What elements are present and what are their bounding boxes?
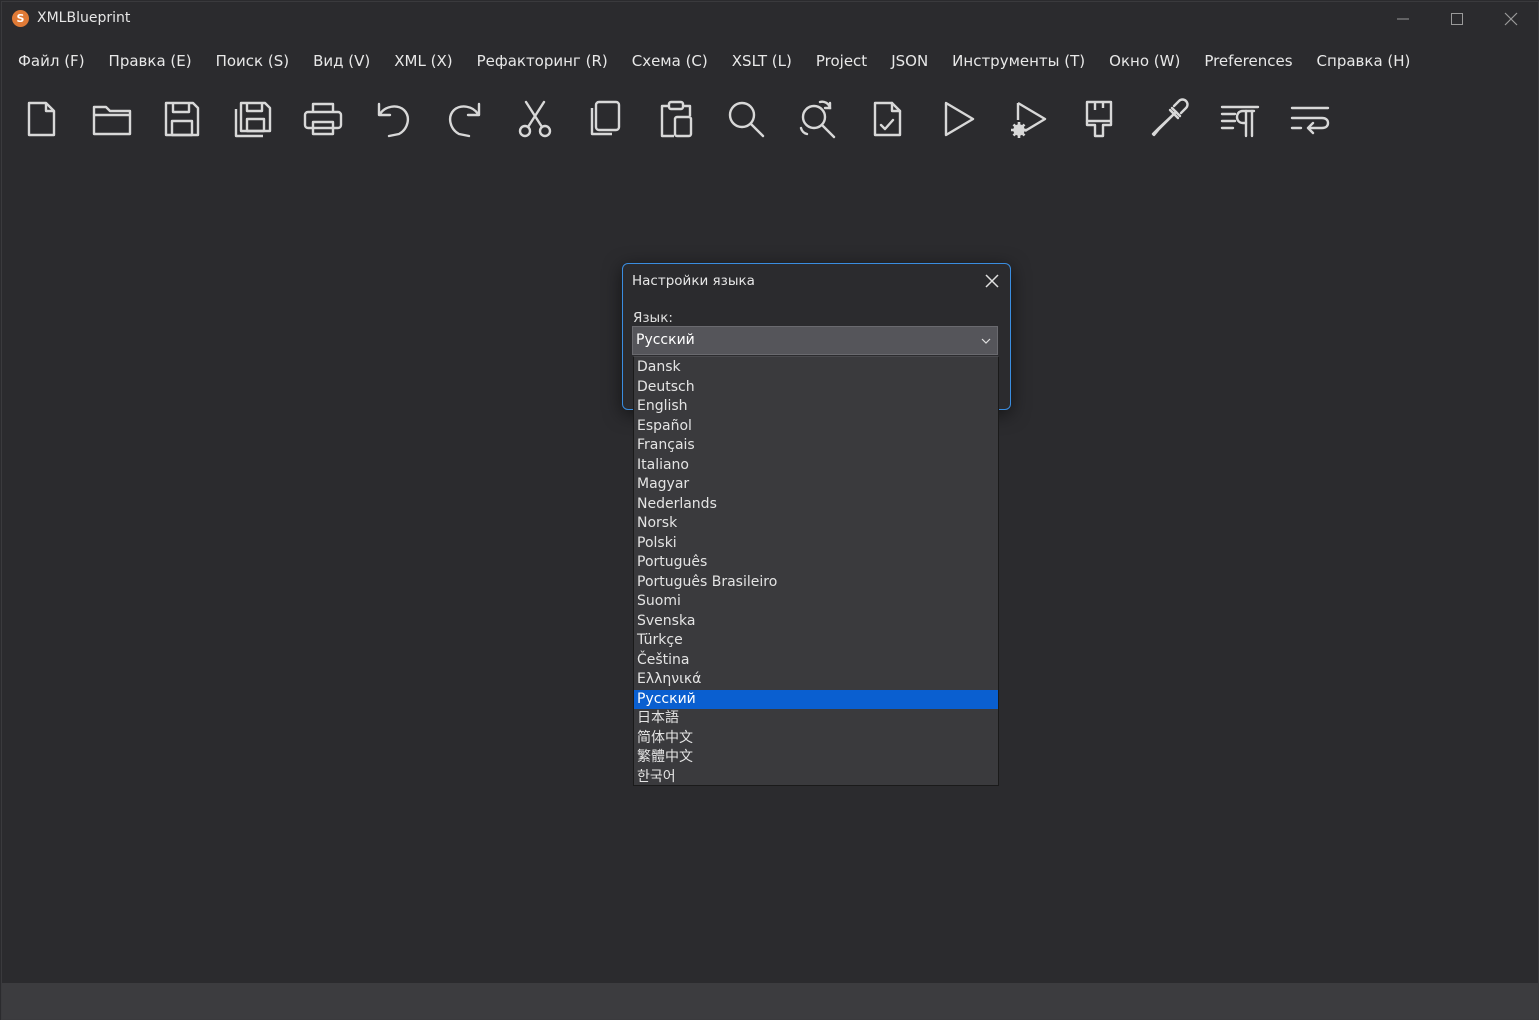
- menu-schema[interactable]: Схема (C): [620, 46, 720, 78]
- save-all-icon: [234, 101, 271, 138]
- print-icon: [303, 102, 343, 136]
- undo-icon: [377, 102, 409, 138]
- menu-refactoring[interactable]: Рефакторинг (R): [465, 46, 620, 78]
- language-option[interactable]: Magyar: [634, 475, 998, 495]
- language-option[interactable]: 한국어: [634, 768, 998, 788]
- save-all-button[interactable]: [228, 94, 278, 144]
- validate-icon: [873, 101, 902, 137]
- language-option[interactable]: Español: [634, 417, 998, 437]
- save-icon: [164, 101, 200, 137]
- language-label: Язык:: [633, 310, 673, 326]
- word-wrap-icon: [1290, 106, 1330, 135]
- language-option[interactable]: Ελληνικά: [634, 670, 998, 690]
- run-settings-icon: [1011, 101, 1047, 138]
- redo-button[interactable]: [439, 94, 489, 144]
- print-button[interactable]: [298, 94, 348, 144]
- language-option[interactable]: Čeština: [634, 651, 998, 671]
- open-button[interactable]: [87, 94, 137, 144]
- menu-xml[interactable]: XML (X): [382, 46, 464, 78]
- close-window-button[interactable]: [1488, 2, 1534, 36]
- language-select-value: Русский: [636, 332, 695, 348]
- menu-xslt[interactable]: XSLT (L): [720, 46, 804, 78]
- language-option[interactable]: Português: [634, 553, 998, 573]
- undo-button[interactable]: [369, 94, 419, 144]
- show-whitespace-icon: [1220, 105, 1259, 138]
- chevron-down-icon: [981, 338, 991, 344]
- app-logo-icon: S: [12, 10, 29, 27]
- validate-button[interactable]: [862, 94, 912, 144]
- language-option[interactable]: 繁體中文: [634, 748, 998, 768]
- language-option[interactable]: Türkçe: [634, 631, 998, 651]
- copy-button[interactable]: [580, 94, 630, 144]
- language-option[interactable]: 日本語: [634, 709, 998, 729]
- title-bar: S XMLBlueprint: [2, 2, 1538, 36]
- run-button[interactable]: [933, 94, 983, 144]
- find-replace-icon: [799, 100, 835, 139]
- menu-file[interactable]: Файл (F): [6, 46, 97, 78]
- find-replace-button[interactable]: [792, 94, 842, 144]
- minimize-icon: [1397, 18, 1409, 20]
- copy-icon: [590, 100, 621, 136]
- paste-button[interactable]: [651, 94, 701, 144]
- language-dropdown-list: Dansk Deutsch English Español Français I…: [633, 356, 999, 786]
- dialog-title: Настройки языка: [632, 273, 755, 289]
- language-option[interactable]: Norsk: [634, 514, 998, 534]
- show-whitespace-button[interactable]: [1215, 94, 1265, 144]
- paste-icon: [660, 100, 692, 138]
- language-option[interactable]: Français: [634, 436, 998, 456]
- language-option[interactable]: Polski: [634, 534, 998, 554]
- language-option[interactable]: Deutsch: [634, 378, 998, 398]
- language-option[interactable]: Suomi: [634, 592, 998, 612]
- menu-bar: Файл (F) Правка (E) Поиск (S) Вид (V) XM…: [2, 46, 1422, 78]
- app-title: XMLBlueprint: [37, 10, 131, 26]
- maximize-button[interactable]: [1434, 2, 1480, 36]
- save-button[interactable]: [157, 94, 207, 144]
- language-option[interactable]: Português Brasileiro: [634, 573, 998, 593]
- close-icon: [1504, 12, 1518, 26]
- format-brush-button[interactable]: [1074, 94, 1124, 144]
- cut-icon: [518, 100, 551, 138]
- toolbar: [16, 94, 1356, 144]
- language-option[interactable]: English: [634, 397, 998, 417]
- format-brush-icon: [1085, 100, 1112, 138]
- cut-button[interactable]: [510, 94, 560, 144]
- language-option[interactable]: Nederlands: [634, 495, 998, 515]
- word-wrap-button[interactable]: [1285, 94, 1335, 144]
- menu-preferences[interactable]: Preferences: [1192, 46, 1304, 78]
- new-file-button[interactable]: [16, 94, 66, 144]
- menu-window[interactable]: Окно (W): [1097, 46, 1192, 78]
- dialog-close-button[interactable]: [978, 269, 1006, 293]
- run-icon: [944, 101, 974, 137]
- color-picker-button[interactable]: [1144, 94, 1194, 144]
- open-folder-icon: [92, 105, 131, 136]
- language-option[interactable]: Svenska: [634, 612, 998, 632]
- language-option[interactable]: 简体中文: [634, 729, 998, 749]
- find-button[interactable]: [721, 94, 771, 144]
- minimize-button[interactable]: [1380, 2, 1426, 36]
- find-icon: [728, 101, 765, 138]
- color-picker-icon: [1151, 98, 1189, 137]
- menu-view[interactable]: Вид (V): [301, 46, 382, 78]
- language-option-selected[interactable]: Русский: [634, 689, 998, 709]
- status-bar: [2, 983, 1538, 1019]
- menu-tools[interactable]: Инструменты (T): [940, 46, 1097, 78]
- new-file-icon: [27, 101, 56, 137]
- menu-edit[interactable]: Правка (E): [97, 46, 204, 78]
- menu-project[interactable]: Project: [804, 46, 879, 78]
- close-icon: [985, 274, 999, 288]
- language-option[interactable]: Italiano: [634, 456, 998, 476]
- redo-icon: [448, 102, 481, 138]
- maximize-icon: [1451, 13, 1463, 25]
- menu-search[interactable]: Поиск (S): [204, 46, 302, 78]
- menu-help[interactable]: Справка (H): [1305, 46, 1423, 78]
- run-settings-button[interactable]: [1003, 94, 1053, 144]
- menu-json[interactable]: JSON: [879, 46, 940, 78]
- language-option[interactable]: Dansk: [634, 358, 998, 378]
- language-select[interactable]: Русский: [632, 326, 998, 355]
